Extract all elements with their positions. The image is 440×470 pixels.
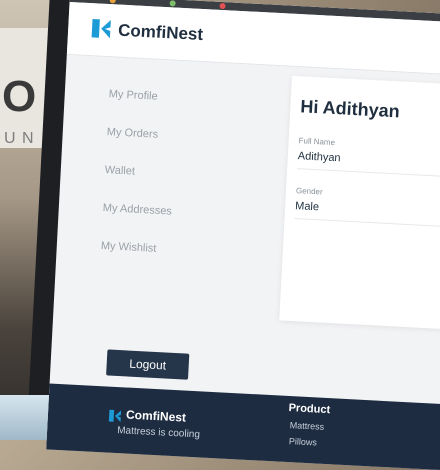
footer-product-heading: Product — [288, 402, 331, 417]
site-footer: ComfiNest Mattress is cooling Product Ma… — [46, 383, 440, 470]
account-sidebar: My Profile My Orders Wallet My Addresses… — [50, 54, 277, 395]
background-glyph: O — [2, 72, 37, 121]
sidebar-item-my-orders[interactable]: My Orders — [107, 126, 159, 141]
logout-button[interactable]: Logout — [106, 349, 190, 380]
footer-brand-name: ComfiNest — [125, 407, 187, 425]
comfinest-logo-icon[interactable] — [90, 17, 113, 40]
sidebar-item-my-addresses[interactable]: My Addresses — [103, 202, 173, 218]
footer-link-pillows[interactable]: Pillows — [289, 436, 318, 447]
profile-card: Hi Adithyan Full Name Adithyan Gender Ma… — [279, 75, 440, 331]
divider — [294, 218, 440, 229]
tab-icon — [169, 0, 176, 7]
gender-label: Gender — [295, 186, 323, 197]
full-name-field[interactable]: Adithyan — [298, 150, 341, 164]
footer-link-mattress[interactable]: Mattress — [289, 420, 324, 432]
background-glyph: U N — [4, 130, 35, 147]
sidebar-item-my-wishlist[interactable]: My Wishlist — [101, 240, 157, 255]
sidebar-item-wallet[interactable]: Wallet — [105, 164, 136, 178]
laptop-screen: ComfiNest My Profile My Orders Wallet My… — [46, 0, 440, 470]
comfinest-logo-icon — [108, 409, 122, 423]
footer-tagline: Mattress is cooling — [116, 425, 201, 441]
tab-icon — [219, 2, 226, 10]
divider — [297, 168, 440, 179]
sidebar-item-my-profile[interactable]: My Profile — [108, 88, 157, 103]
full-name-label: Full Name — [298, 136, 336, 148]
profile-greeting: Hi Adithyan — [299, 96, 401, 122]
gender-field[interactable]: Male — [295, 200, 319, 213]
brand-name[interactable]: ComfiNest — [118, 21, 204, 45]
tab-icon — [109, 0, 116, 4]
